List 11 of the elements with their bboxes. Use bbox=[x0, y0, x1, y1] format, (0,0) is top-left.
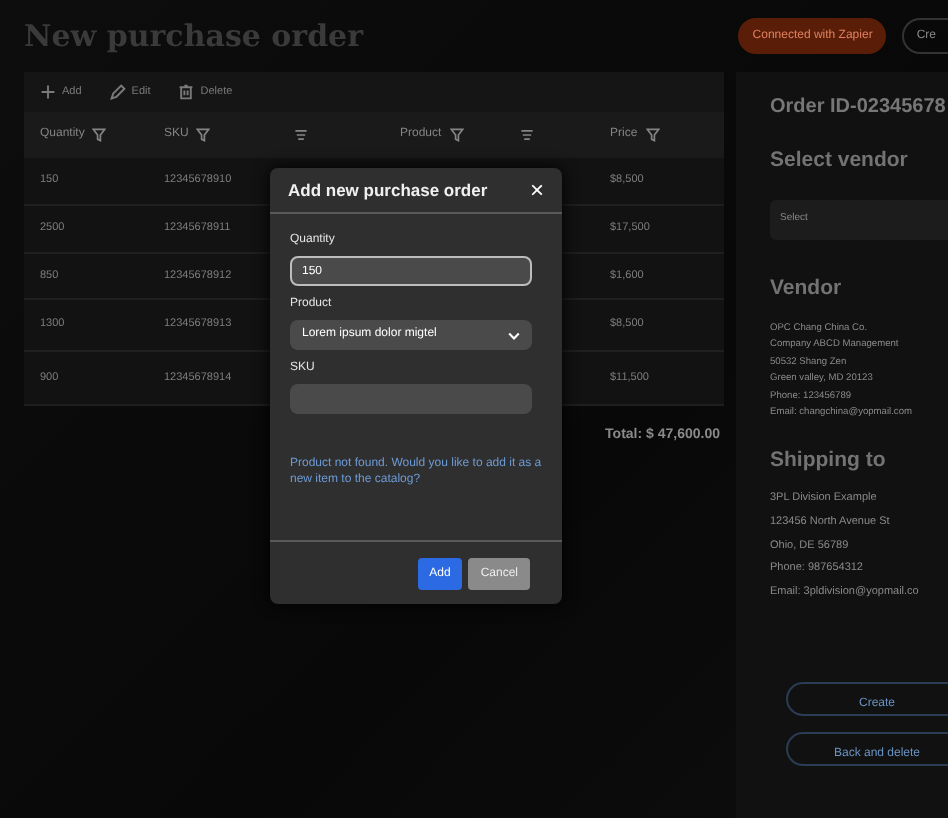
input-field[interactable] bbox=[290, 384, 532, 414]
order-id: Order ID-02345678 bbox=[770, 94, 948, 122]
section-heading: Select vendor bbox=[770, 146, 910, 176]
modal-title: Add new purchase order bbox=[288, 177, 488, 203]
section-heading: Shipping to bbox=[770, 445, 888, 475]
close-button[interactable]: × bbox=[529, 178, 544, 202]
section-heading: Vendor bbox=[770, 273, 844, 304]
trash-icon bbox=[178, 84, 195, 100]
plus-icon bbox=[40, 84, 56, 100]
pencil-icon bbox=[109, 84, 126, 100]
chevron-icon bbox=[508, 329, 520, 341]
